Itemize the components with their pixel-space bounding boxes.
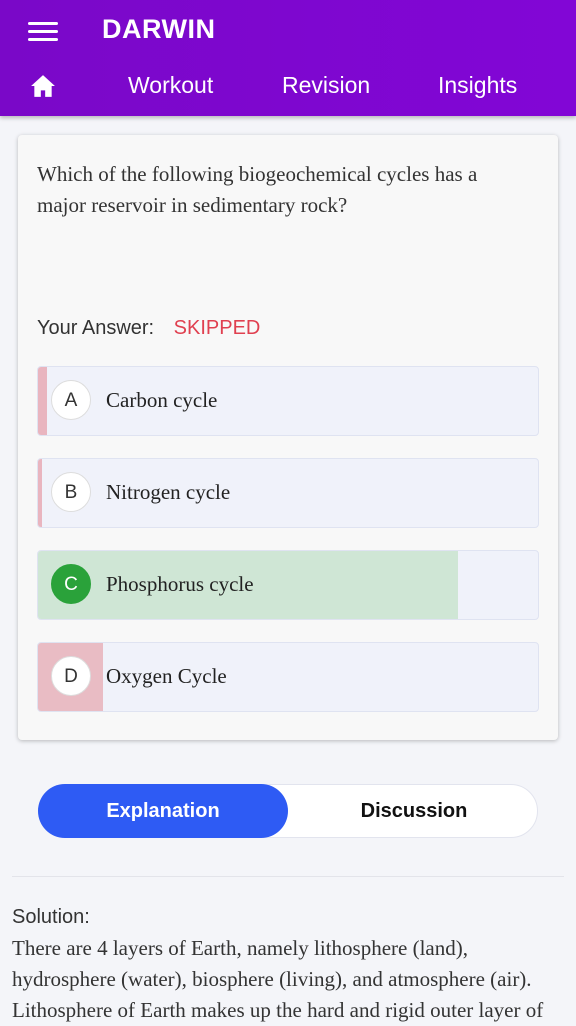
app-bar: DARWIN Workout Revision Insights [0,0,576,116]
app-title: DARWIN [102,14,216,44]
option-c-letter: C [51,564,91,604]
discussion-tab[interactable]: Discussion [289,784,539,838]
option-b-letter: B [51,472,91,512]
answer-status: SKIPPED [173,317,261,339]
tab-revision[interactable]: Revision [282,72,370,99]
option-a-text: Carbon cycle [106,388,218,412]
solution-text: There are 4 layers of Earth, namely lith… [12,936,544,1022]
option-a[interactable]: A Carbon cycle [37,366,539,436]
nav-bar: Workout Revision Insights [0,62,576,110]
option-b-indicator [38,459,42,527]
option-d[interactable]: D Oxygen Cycle [37,642,539,712]
tab-insights[interactable]: Insights [438,72,517,99]
your-answer-label: Your Answer: [37,317,155,339]
hamburger-menu-icon[interactable] [28,22,58,44]
divider [12,876,564,877]
option-a-letter: A [51,380,91,420]
option-a-indicator [38,367,47,435]
option-d-text: Oxygen Cycle [106,664,227,688]
question-text: Which of the following biogeochemical cy… [37,162,478,217]
your-answer-row: Your Answer: SKIPPED [37,317,260,340]
option-c[interactable]: C Phosphorus cycle [37,550,539,620]
home-icon[interactable] [30,74,56,98]
solution-title: Solution: [12,906,90,928]
tab-workout[interactable]: Workout [128,72,213,99]
option-c-text: Phosphorus cycle [106,572,254,596]
option-b[interactable]: B Nitrogen cycle [37,458,539,528]
option-b-text: Nitrogen cycle [106,480,231,504]
explanation-tab[interactable]: Explanation [38,784,288,838]
explanation-discussion-toggle: Explanation Discussion [38,784,538,838]
question-card: Which of the following biogeochemical cy… [18,135,558,740]
option-d-letter: D [51,656,91,696]
